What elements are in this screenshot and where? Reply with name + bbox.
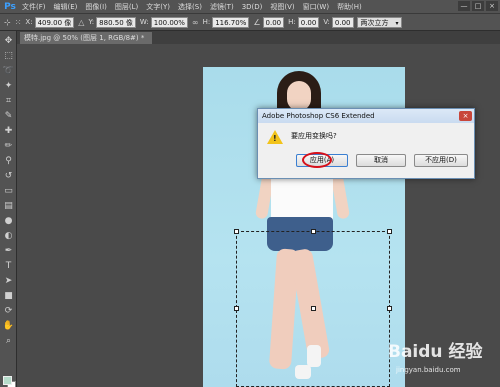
- w-label: W:: [139, 18, 149, 26]
- photoshop-logo: Ps: [4, 1, 16, 12]
- menu-bar: Ps 文件(F) 编辑(E) 图像(I) 图层(L) 文字(Y) 选择(S) 滤…: [0, 0, 500, 14]
- transform-tool-icon: ⊹: [4, 17, 11, 27]
- transform-handle[interactable]: [234, 306, 239, 311]
- blur-tool-icon[interactable]: ●: [2, 215, 15, 227]
- hskew-field[interactable]: 0.00: [297, 16, 320, 28]
- transform-handle[interactable]: [311, 229, 316, 234]
- link-icon[interactable]: ∞: [192, 18, 199, 27]
- hand-tool-icon[interactable]: ✋: [2, 320, 15, 332]
- width-field[interactable]: 100.00%: [150, 16, 188, 28]
- dialog-close-button[interactable]: ×: [459, 111, 472, 121]
- menu-window[interactable]: 窗口(W): [299, 2, 333, 12]
- menu-select[interactable]: 选择(S): [174, 2, 206, 12]
- menu-3d[interactable]: 3D(D): [238, 3, 267, 11]
- move-tool-icon[interactable]: ✥: [2, 35, 15, 47]
- zoom-tool-icon[interactable]: ⌕: [2, 335, 15, 347]
- pen-tool-icon[interactable]: ✒: [2, 245, 15, 257]
- photoshop-window: Ps 文件(F) 编辑(E) 图像(I) 图层(L) 文字(Y) 选择(S) 滤…: [0, 0, 500, 387]
- lasso-tool-icon[interactable]: ➰: [2, 65, 15, 77]
- document-tab-bar: 模特.jpg @ 50% (图层 1, RGB/8#) *: [17, 31, 500, 44]
- menu-help[interactable]: 帮助(H): [333, 2, 366, 12]
- window-controls: — □ ×: [458, 1, 498, 11]
- x-label: X:: [25, 18, 33, 26]
- highlight-circle-annotation: [302, 152, 332, 168]
- photo-face: [287, 81, 311, 111]
- reference-point-icon[interactable]: ⁙: [15, 18, 22, 27]
- foreground-color-swatch[interactable]: [3, 376, 12, 385]
- dialog-body: ! 要应用变换吗? 应用(A) 取消 不应用(D): [258, 123, 474, 180]
- healing-brush-tool-icon[interactable]: ✚: [2, 125, 15, 137]
- hskew-label: H:: [288, 18, 296, 26]
- transform-handle[interactable]: [387, 229, 392, 234]
- dont-apply-button[interactable]: 不应用(D): [414, 154, 468, 167]
- menu-file[interactable]: 文件(F): [18, 2, 50, 12]
- gradient-tool-icon[interactable]: ▤: [2, 200, 15, 212]
- watermark-url: jingyan.baidu.com: [396, 366, 461, 374]
- menu-view[interactable]: 视图(V): [266, 2, 298, 12]
- marquee-tool-icon[interactable]: ⬚: [2, 50, 15, 62]
- menu-edit[interactable]: 编辑(E): [50, 2, 82, 12]
- eyedropper-tool-icon[interactable]: ✎: [2, 110, 15, 122]
- options-bar: ⊹ ⁙ X: 409.00 像 △ Y: 880.50 像 W: 100.00%…: [0, 14, 500, 31]
- transform-bounding-box[interactable]: [234, 229, 392, 387]
- transform-center-point[interactable]: [311, 306, 316, 311]
- shape-tool-icon[interactable]: ■: [2, 290, 15, 302]
- menu-image[interactable]: 图像(I): [81, 2, 111, 12]
- vskew-field[interactable]: 0.00: [331, 16, 354, 28]
- h-label: H:: [202, 18, 211, 26]
- brush-tool-icon[interactable]: ✏: [2, 140, 15, 152]
- warning-exclamation-icon: !: [273, 134, 277, 143]
- transform-handle[interactable]: [234, 229, 239, 234]
- dodge-tool-icon[interactable]: ◐: [2, 230, 15, 242]
- document-tab[interactable]: 模特.jpg @ 50% (图层 1, RGB/8#) *: [20, 32, 153, 44]
- eraser-tool-icon[interactable]: ▭: [2, 185, 15, 197]
- delta-icon[interactable]: △: [78, 18, 84, 27]
- vskew-label: V:: [323, 18, 330, 26]
- magic-wand-tool-icon[interactable]: ✦: [2, 80, 15, 92]
- menu-filter[interactable]: 滤镜(T): [206, 2, 238, 12]
- interpolation-select[interactable]: 两次立方: [356, 16, 402, 29]
- menu-type[interactable]: 文字(Y): [142, 2, 174, 12]
- crop-tool-icon[interactable]: ⌗: [2, 95, 15, 107]
- tools-panel: ✥ ⬚ ➰ ✦ ⌗ ✎ ✚ ✏ ⚲ ↺ ▭ ▤ ● ◐ ✒ T ➤ ■ ⟳ ✋ …: [0, 31, 17, 387]
- baidu-watermark: Baidu 经验 jingyan.baidu.com: [388, 333, 500, 387]
- path-selection-tool-icon[interactable]: ➤: [2, 275, 15, 287]
- apply-transform-dialog: Adobe Photoshop CS6 Extended × ! 要应用变换吗?…: [257, 108, 475, 179]
- y-field[interactable]: 880.50 像: [96, 16, 136, 28]
- 3d-rotate-tool-icon[interactable]: ⟳: [2, 305, 15, 317]
- menu-layer[interactable]: 图层(L): [111, 2, 142, 12]
- maximize-button[interactable]: □: [472, 1, 484, 11]
- y-label: Y:: [88, 18, 95, 26]
- angle-field[interactable]: 0.00: [262, 16, 285, 28]
- minimize-button[interactable]: —: [458, 1, 470, 11]
- clone-stamp-tool-icon[interactable]: ⚲: [2, 155, 15, 167]
- height-field[interactable]: 116.70%: [212, 16, 250, 28]
- close-window-button[interactable]: ×: [486, 1, 498, 11]
- history-brush-tool-icon[interactable]: ↺: [2, 170, 15, 182]
- type-tool-icon[interactable]: T: [2, 260, 15, 272]
- dialog-title-bar: Adobe Photoshop CS6 Extended ×: [258, 109, 474, 123]
- transform-handle[interactable]: [387, 306, 392, 311]
- watermark-text: Baidu 经验: [388, 342, 483, 362]
- x-field[interactable]: 409.00 像: [34, 16, 75, 28]
- cancel-button[interactable]: 取消: [356, 154, 406, 167]
- dialog-title: Adobe Photoshop CS6 Extended: [262, 112, 375, 120]
- dialog-message: 要应用变换吗?: [291, 132, 337, 140]
- angle-icon: ∠: [253, 17, 261, 27]
